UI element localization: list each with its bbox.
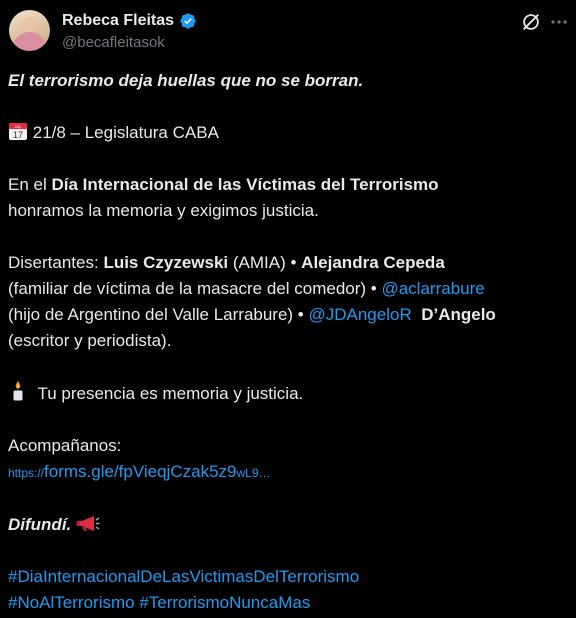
tweet: Rebeca Fleitas @becafleitasok El terrori…	[0, 0, 576, 618]
mention-aclarrabure[interactable]: @aclarrabure	[381, 279, 484, 298]
hashtag-terrorismo-nunca-mas[interactable]: #TerrorismoNuncaMas	[139, 593, 310, 612]
calendar-month-text: JUL	[14, 124, 22, 129]
hashtag-line-2: #NoAlTerrorismo #TerrorismoNuncaMas	[8, 590, 568, 616]
intro-paragraph: En el Día Internacional de las Víctimas …	[8, 172, 568, 224]
speaker-2: Alejandra Cepeda	[301, 253, 445, 272]
form-link-suffix: wL9…	[236, 466, 271, 480]
mention-1-desc: (hijo de Argentino del Valle Larrabure) …	[8, 305, 309, 324]
closing-text: Difundí.	[8, 515, 72, 534]
speakers-paragraph: Disertantes: Luis Czyzewski (AMIA) • Ale…	[8, 250, 568, 354]
speaker-3-desc: (escritor y periodista).	[8, 331, 172, 350]
author-handle[interactable]: @becafleitasok	[62, 34, 165, 51]
hashtag-line-1: #DiaInternacionalDeLasVictimasDelTerrori…	[8, 564, 568, 590]
speaker-1: Luis Czyzewski	[103, 253, 229, 272]
form-link[interactable]: https://forms.gle/fpVieqjCzak5z9wL9…	[8, 462, 271, 481]
author-name-row: Rebeca Fleitas	[62, 12, 197, 30]
speaker-1-org: (AMIA) •	[228, 253, 302, 272]
presence-text: Tu presencia es memoria y justicia.	[37, 384, 304, 403]
closing-line: Difundí.	[8, 512, 568, 538]
intro-prefix: En el	[8, 175, 52, 194]
more-options-icon[interactable]	[547, 10, 571, 34]
candle-icon	[13, 381, 23, 401]
event-line: JUL 17 21/8 – Legislatura CABA	[8, 120, 568, 146]
form-link-main: forms.gle/fpVieqjCzak5z9	[44, 462, 237, 481]
hashtag-dia-internacional[interactable]: #DiaInternacionalDeLasVictimasDelTerrori…	[8, 567, 359, 586]
form-link-line: https://forms.gle/fpVieqjCzak5z9wL9…	[8, 459, 568, 486]
author-name[interactable]: Rebeca Fleitas	[62, 12, 174, 30]
speaker-3: D’Angelo	[421, 305, 496, 324]
event-text: 21/8 – Legislatura CABA	[32, 123, 219, 142]
mention-jdangelor[interactable]: @JDAngeloR	[308, 305, 411, 324]
megaphone-icon	[76, 516, 100, 531]
calendar-day-text: 17	[13, 130, 23, 140]
speakers-prefix: Disertantes:	[8, 253, 104, 272]
tweet-headline: El terrorismo deja huellas que no se bor…	[8, 71, 364, 90]
verified-badge-icon	[180, 13, 196, 29]
grok-icon[interactable]	[520, 11, 542, 33]
calendar-icon: JUL 17	[9, 123, 27, 140]
join-label: Acompañanos:	[8, 436, 122, 455]
speaker-2-desc: (familiar de víctima de la masacre del c…	[8, 279, 382, 298]
hashtag-no-al-terrorismo[interactable]: #NoAlTerrorismo	[8, 593, 135, 612]
form-link-prefix: https://	[8, 466, 45, 480]
intro-bold: Día Internacional de las Víctimas del Te…	[51, 175, 439, 194]
tweet-text: El terrorismo deja huellas que no se bor…	[8, 68, 568, 616]
avatar[interactable]	[9, 10, 50, 51]
intro-suffix: honramos la memoria y exigimos justicia.	[8, 201, 319, 220]
presence-line: Tu presencia es memoria y justicia.	[8, 380, 568, 407]
